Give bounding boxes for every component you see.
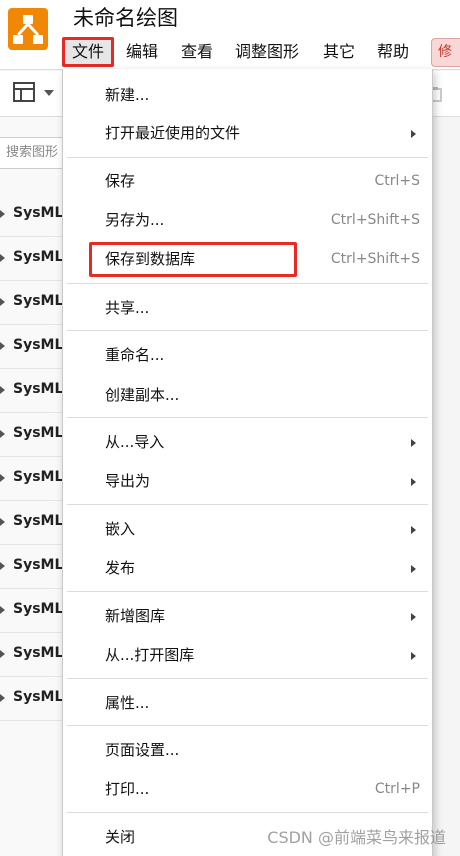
submenu-arrow-icon: [411, 526, 416, 534]
file-menu-dropdown: 新建... 打开最近使用的文件 保存 Ctrl+S 另存为... Ctrl+Shif…: [62, 69, 433, 856]
submenu-arrow-icon: [411, 565, 416, 573]
edit-badge[interactable]: 修: [431, 38, 460, 67]
menu-item-save-to-database[interactable]: 保存到数据库 Ctrl+Shift+S: [63, 241, 432, 278]
menu-divider: [67, 678, 428, 679]
menu-item-rename[interactable]: 重命名...: [63, 337, 432, 374]
expand-arrow-icon: [0, 606, 5, 614]
expand-arrow-icon: [0, 518, 5, 526]
expand-arrow-icon: [0, 694, 5, 702]
shape-search-input[interactable]: 搜索图形: [0, 137, 64, 169]
expand-arrow-icon: [0, 430, 5, 438]
menu-item-print[interactable]: 打印... Ctrl+P: [63, 771, 432, 808]
menu-item-new[interactable]: 新建...: [63, 77, 432, 114]
submenu-arrow-icon: [411, 613, 416, 621]
sidebar-item-sysml[interactable]: SysML: [0, 281, 63, 325]
expand-arrow-icon: [0, 298, 5, 306]
menu-item-new-library[interactable]: 新增图库: [63, 598, 432, 635]
expand-arrow-icon: [0, 386, 5, 394]
sidebar-item-sysml[interactable]: SysML: [0, 237, 63, 281]
menu-item-export-as[interactable]: 导出为: [63, 463, 432, 500]
expand-arrow-icon: [0, 210, 5, 218]
sidebar-item-sysml[interactable]: SysML: [0, 633, 63, 677]
menu-item-share[interactable]: 共享...: [63, 290, 432, 327]
sidebar-item-sysml[interactable]: SysML: [0, 369, 63, 413]
app-header: 未命名绘图 文件 编辑 查看 调整图形 其它 帮助 修: [0, 0, 460, 70]
menu-item-save-as[interactable]: 另存为... Ctrl+Shift+S: [63, 202, 432, 239]
menu-item-save[interactable]: 保存 Ctrl+S: [63, 163, 432, 200]
submenu-arrow-icon: [411, 439, 416, 447]
sidebar-item-sysml[interactable]: SysML: [0, 325, 63, 369]
shapes-sidebar: 搜索图形 SysML SysML SysML SysML SysML SysML…: [0, 117, 64, 856]
sidebar-item-sysml[interactable]: SysML: [0, 545, 63, 589]
menu-item-properties[interactable]: 属性...: [63, 685, 432, 722]
menu-item-make-copy[interactable]: 创建副本...: [63, 377, 432, 414]
format-panel-icon[interactable]: [12, 81, 36, 107]
menu-item-open-recent[interactable]: 打开最近使用的文件: [63, 115, 432, 152]
menu-divider: [67, 417, 428, 418]
menu-divider: [67, 157, 428, 158]
expand-arrow-icon: [0, 562, 5, 570]
watermark: CSDN @前端菜鸟来报道: [267, 828, 446, 847]
sidebar-item-sysml[interactable]: SysML: [0, 413, 63, 457]
expand-arrow-icon: [0, 342, 5, 350]
menu-view[interactable]: 查看: [181, 37, 213, 67]
expand-arrow-icon: [0, 254, 5, 262]
submenu-arrow-icon: [411, 478, 416, 486]
menu-file[interactable]: 文件: [62, 37, 114, 67]
submenu-arrow-icon: [411, 130, 416, 138]
menu-help[interactable]: 帮助: [377, 37, 409, 67]
menu-divider: [67, 591, 428, 592]
document-title[interactable]: 未命名绘图: [73, 5, 178, 31]
submenu-arrow-icon: [411, 652, 416, 660]
sidebar-item-sysml[interactable]: SysML: [0, 193, 63, 237]
menu-item-embed[interactable]: 嵌入: [63, 511, 432, 548]
sidebar-item-sysml[interactable]: SysML: [0, 457, 63, 501]
menu-divider: [67, 504, 428, 505]
menu-arrange[interactable]: 调整图形: [235, 37, 299, 67]
sidebar-item-sysml[interactable]: SysML: [0, 677, 63, 721]
sidebar-item-sysml[interactable]: SysML: [0, 589, 63, 633]
menu-extras[interactable]: 其它: [323, 37, 355, 67]
menu-item-open-library-from[interactable]: 从...打开图库: [63, 637, 432, 674]
expand-arrow-icon: [0, 650, 5, 658]
drawio-logo-icon[interactable]: [8, 8, 48, 50]
menu-item-page-setup[interactable]: 页面设置...: [63, 732, 432, 769]
menu-divider: [67, 725, 428, 726]
menu-divider: [67, 330, 428, 331]
menu-edit[interactable]: 编辑: [126, 37, 158, 67]
menu-item-publish[interactable]: 发布: [63, 550, 432, 587]
sidebar-item-sysml[interactable]: SysML: [0, 501, 63, 545]
chevron-down-icon[interactable]: [44, 90, 54, 96]
menu-divider: [67, 283, 428, 284]
menu-item-import-from[interactable]: 从...导入: [63, 424, 432, 461]
expand-arrow-icon: [0, 474, 5, 482]
menu-divider: [67, 812, 428, 813]
